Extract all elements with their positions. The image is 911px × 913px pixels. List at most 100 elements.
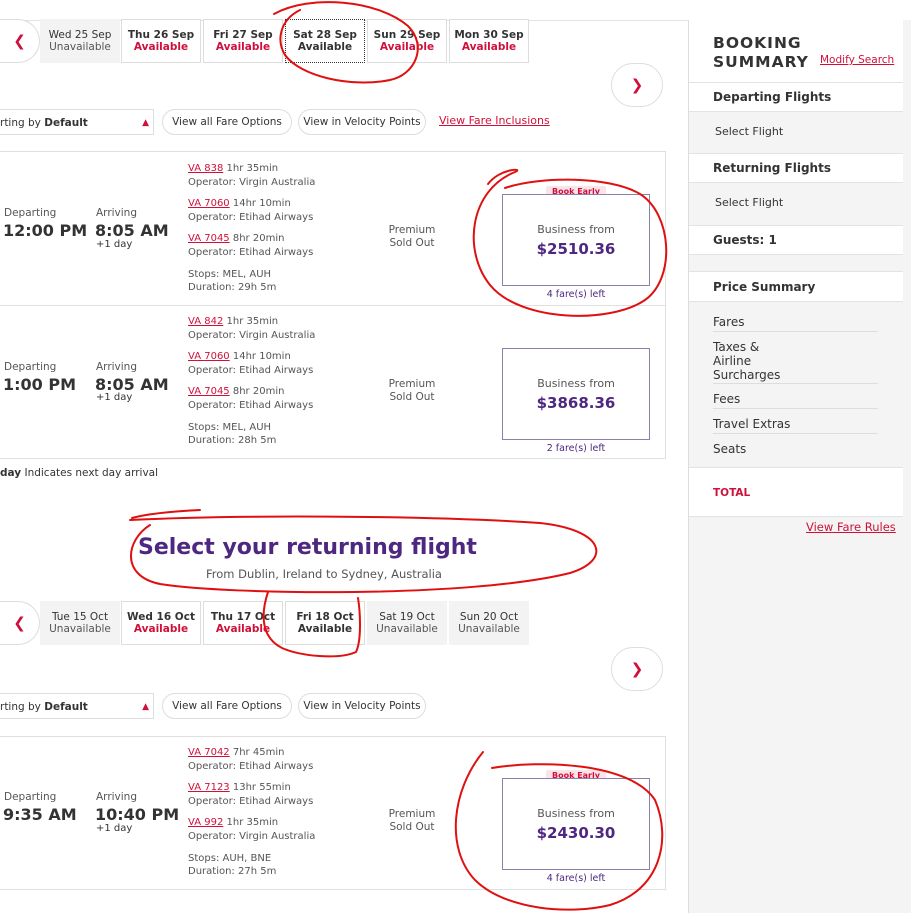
date-label: Wed 16 Oct bbox=[127, 611, 195, 623]
fares-left: 4 fare(s) left bbox=[546, 289, 606, 300]
segment-operator: Operator: Virgin Australia bbox=[188, 330, 316, 341]
flight-number-link[interactable]: VA 7123 bbox=[188, 782, 230, 793]
date-label: Sat 19 Oct bbox=[379, 611, 435, 623]
view-all-fares-button[interactable]: View all Fare Options bbox=[162, 109, 292, 135]
segment-list: VA 842 1hr 35min Operator: Virgin Austra… bbox=[188, 315, 315, 447]
segment-list: VA 7042 7hr 45min Operator: Etihad Airwa… bbox=[188, 746, 315, 878]
date-tab[interactable]: Sat 19 Oct Unavailable bbox=[367, 601, 447, 645]
flight-number-link[interactable]: VA 7045 bbox=[188, 386, 230, 397]
business-from-label: Business from bbox=[537, 807, 615, 820]
date-tab-selected[interactable]: Fri 18 Oct Available bbox=[285, 601, 365, 645]
sort-caret-icon: ▲ bbox=[142, 702, 149, 712]
segment-duration: 8hr 20min bbox=[232, 386, 285, 397]
sort-select[interactable]: rting by Default ▲ bbox=[0, 693, 154, 719]
departing-label: Departing bbox=[4, 361, 57, 373]
date-status: Available bbox=[133, 41, 189, 53]
date-tab[interactable]: Sun 20 Oct Unavailable bbox=[449, 601, 529, 645]
date-label: Mon 30 Sep bbox=[454, 29, 524, 41]
total-row: TOTAL bbox=[689, 467, 903, 517]
segment-operator: Operator: Etihad Airways bbox=[188, 400, 314, 411]
guests-row: Guests: 1 bbox=[689, 225, 903, 255]
sort-value: Default bbox=[44, 117, 88, 129]
view-fare-rules-link[interactable]: View Fare Rules bbox=[806, 520, 896, 534]
taxes-line: Surcharges bbox=[713, 368, 781, 382]
fees-item: Fees bbox=[713, 392, 878, 409]
flight-number-link[interactable]: VA 842 bbox=[188, 316, 223, 327]
prev-dates-button[interactable]: ❮ bbox=[0, 19, 40, 63]
stops: Stops: MEL, AUH bbox=[188, 269, 272, 280]
arriving-label: Arriving bbox=[96, 207, 138, 219]
arriving-label: Arriving bbox=[96, 361, 138, 373]
date-label: Sun 20 Oct bbox=[459, 611, 519, 623]
fare-price: $2510.36 bbox=[536, 240, 616, 258]
date-label: Fri 27 Sep bbox=[213, 29, 273, 41]
flight-number-link[interactable]: VA 838 bbox=[188, 163, 223, 174]
view-velocity-points-button[interactable]: View in Velocity Points bbox=[298, 109, 426, 135]
segment-operator: Operator: Etihad Airways bbox=[188, 365, 314, 376]
date-status: Unavailable bbox=[376, 623, 438, 635]
prev-dates-button[interactable]: ❮ bbox=[0, 601, 40, 645]
business-fare-button[interactable]: Business from $3868.36 bbox=[502, 348, 650, 440]
date-label: Thu 17 Oct bbox=[210, 611, 276, 623]
segment-duration: 13hr 55min bbox=[232, 782, 291, 793]
date-status: Available bbox=[461, 41, 517, 53]
business-fare-button[interactable]: Business from $2510.36 bbox=[502, 194, 650, 286]
date-status: Unavailable bbox=[49, 41, 111, 53]
date-tab[interactable]: Thu 17 Oct Available bbox=[203, 601, 283, 645]
flight-number-link[interactable]: VA 7060 bbox=[188, 198, 230, 209]
date-label: Sat 28 Sep bbox=[293, 29, 357, 41]
flight-number-link[interactable]: VA 7042 bbox=[188, 747, 230, 758]
travel-extras-item: Travel Extras bbox=[713, 417, 878, 434]
next-day-prefix: day bbox=[0, 467, 22, 479]
segment-operator: Operator: Etihad Airways bbox=[188, 212, 314, 223]
fares-left: 4 fare(s) left bbox=[546, 873, 606, 884]
modify-search-link[interactable]: Modify Search bbox=[820, 54, 894, 66]
seats-item: Seats bbox=[713, 442, 747, 456]
segment-operator: Operator: Etihad Airways bbox=[188, 796, 314, 807]
next-dates-button[interactable]: ❯ bbox=[611, 647, 663, 691]
next-day-text: Indicates next day arrival bbox=[24, 467, 159, 479]
flight-number-link[interactable]: VA 992 bbox=[188, 817, 223, 828]
sidebar-title: BOOKING SUMMARY bbox=[713, 34, 809, 72]
business-from-label: Business from bbox=[537, 223, 615, 236]
departing-flights-label: Departing Flights bbox=[713, 90, 832, 104]
plus-day: +1 day bbox=[96, 392, 133, 403]
view-fare-inclusions-link[interactable]: View Fare Inclusions bbox=[439, 114, 550, 127]
business-fare-button[interactable]: Business from $2430.30 bbox=[502, 778, 650, 870]
next-day-note: day Indicates next day arrival bbox=[0, 467, 158, 479]
date-tab[interactable]: Mon 30 Sep Available bbox=[449, 19, 529, 63]
premium-fare: Premium Sold Out bbox=[380, 224, 444, 250]
premium-fare: Premium Sold Out bbox=[380, 378, 444, 404]
date-tab[interactable]: Sun 29 Sep Available bbox=[367, 19, 447, 63]
view-all-fares-button[interactable]: View all Fare Options bbox=[162, 693, 292, 719]
date-status: Available bbox=[133, 623, 189, 635]
next-dates-button[interactable]: ❯ bbox=[611, 63, 663, 107]
date-status: Available bbox=[297, 623, 353, 635]
date-tab[interactable]: Wed 25 Sep Unavailable bbox=[40, 19, 120, 63]
returning-flights-label: Returning Flights bbox=[713, 161, 831, 175]
segment-list: VA 838 1hr 35min Operator: Virgin Austra… bbox=[188, 162, 315, 294]
select-returning-flight: Select Flight bbox=[715, 196, 784, 209]
arriving-label: Arriving bbox=[96, 791, 138, 803]
departing-label: Departing bbox=[4, 791, 57, 803]
sort-select[interactable]: rting by Default ▲ bbox=[0, 109, 154, 135]
segment-operator: Operator: Virgin Australia bbox=[188, 831, 316, 842]
booking-summary-sidebar: BOOKING SUMMARY Modify Search Departing … bbox=[688, 20, 911, 913]
segment-operator: Operator: Etihad Airways bbox=[188, 761, 314, 772]
view-velocity-points-button[interactable]: View in Velocity Points bbox=[298, 693, 426, 719]
date-tab[interactable]: Tue 15 Oct Unavailable bbox=[40, 601, 120, 645]
sidebar-title-line: BOOKING bbox=[713, 34, 802, 52]
stops: Stops: AUH, BNE bbox=[188, 853, 272, 864]
guests-label: Guests: 1 bbox=[713, 233, 777, 247]
date-tab[interactable]: Thu 26 Sep Available bbox=[121, 19, 201, 63]
returning-title: Select your returning flight bbox=[138, 535, 477, 560]
date-tab[interactable]: Fri 27 Sep Available bbox=[203, 19, 283, 63]
total-duration: Duration: 29h 5m bbox=[188, 282, 277, 293]
date-tab[interactable]: Wed 16 Oct Available bbox=[121, 601, 201, 645]
flight-number-link[interactable]: VA 7045 bbox=[188, 233, 230, 244]
date-status: Available bbox=[215, 623, 271, 635]
select-departing-flight: Select Flight bbox=[715, 125, 784, 138]
date-tab-selected[interactable]: Sat 28 Sep Available bbox=[285, 19, 365, 63]
arrival-time: 10:40 PM bbox=[95, 805, 180, 824]
flight-number-link[interactable]: VA 7060 bbox=[188, 351, 230, 362]
